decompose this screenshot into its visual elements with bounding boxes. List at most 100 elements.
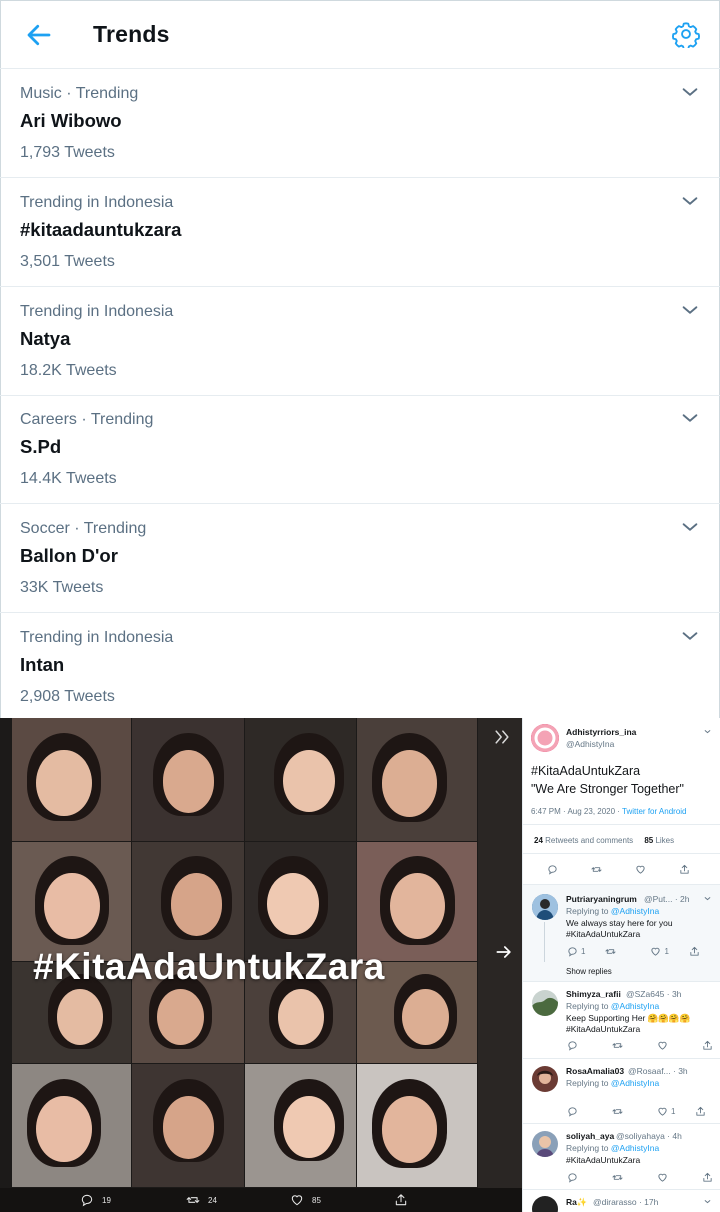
media-share-button[interactable]	[394, 1192, 408, 1208]
trend-item[interactable]: Trending in Indonesia Natya 18.2K Tweets	[0, 287, 720, 396]
share-button[interactable]	[695, 1106, 706, 1117]
chevron-down-icon[interactable]	[679, 81, 701, 103]
retweet-button[interactable]	[605, 946, 616, 957]
replying-to: Replying to @AdhistyIna	[566, 1078, 659, 1088]
reply-hashtag[interactable]: #KitaAdaUntukZara	[566, 1155, 640, 1165]
like-button[interactable]: 1	[650, 946, 669, 957]
share-button[interactable]	[702, 1172, 713, 1183]
trend-context: Trending in Indonesia	[20, 303, 174, 320]
reply-button[interactable]	[547, 864, 558, 875]
retweets-label[interactable]: Retweets and comments	[545, 836, 633, 845]
chevron-down-icon[interactable]	[679, 190, 701, 212]
chevron-down-icon[interactable]	[703, 727, 712, 736]
divider	[523, 1189, 720, 1190]
reply-button[interactable]	[567, 1040, 578, 1051]
heart-icon	[658, 1173, 667, 1182]
media-retweet-button[interactable]: 24	[186, 1192, 217, 1208]
heart-icon	[291, 1195, 303, 1206]
media-reply-button[interactable]: 19	[80, 1192, 111, 1208]
avatar[interactable]	[531, 724, 559, 752]
comment-icon	[548, 865, 557, 875]
reply-author-name[interactable]: Putriaryaningrum	[566, 894, 637, 904]
retweet-button[interactable]	[591, 864, 602, 875]
share-button[interactable]	[689, 946, 700, 957]
settings-button[interactable]	[672, 20, 702, 51]
like-button[interactable]: 1	[657, 1106, 675, 1117]
likes-label[interactable]: Likes	[655, 836, 674, 845]
tweet-hashtag[interactable]: #KitaAdaUntukZara	[531, 764, 640, 778]
comment-icon	[568, 1173, 577, 1183]
reply-hashtag[interactable]: #KitaAdaUntukZara	[566, 1024, 640, 1034]
chevron-down-icon[interactable]	[679, 299, 701, 321]
reply-action-bar: 1	[567, 1106, 706, 1117]
share-button[interactable]	[679, 864, 690, 875]
portrait-face	[277, 988, 325, 1045]
reply-button[interactable]: 1	[567, 946, 585, 957]
double-chevron-right-icon[interactable]	[492, 728, 512, 746]
collage-photo	[132, 842, 244, 961]
reply-author-name[interactable]: Shimyza_rafii	[566, 989, 621, 999]
retweet-button[interactable]	[612, 1172, 623, 1183]
trend-item[interactable]: Trending in Indonesia #kitaadauntukzara …	[0, 178, 720, 287]
avatar[interactable]	[532, 894, 558, 920]
reply-author-handle[interactable]: @dirarasso · 17h	[593, 1197, 658, 1207]
replying-to-link[interactable]: @AdhistyIna	[611, 906, 659, 916]
replying-to-link[interactable]: @AdhistyIna	[611, 1078, 659, 1088]
back-button[interactable]	[24, 20, 54, 50]
trend-item[interactable]: Trending in Indonesia Intan 2,908 Tweets	[0, 613, 720, 722]
portrait-face	[170, 873, 223, 936]
replying-to-link[interactable]: @AdhistyIna	[611, 1001, 659, 1011]
trend-tweet-count: 14.4K Tweets	[20, 470, 117, 487]
like-button[interactable]	[635, 864, 646, 875]
reply-author-handle[interactable]: @Rosaaf... · 3h	[628, 1066, 688, 1076]
author-name[interactable]: Adhistyrriors_ina	[566, 727, 636, 737]
chevron-down-icon[interactable]	[703, 1197, 712, 1206]
retweet-icon	[612, 1043, 623, 1048]
trend-item[interactable]: Careers · Trending S.Pd 14.4K Tweets	[0, 395, 720, 504]
avatar[interactable]	[532, 1066, 558, 1092]
gear-icon	[672, 22, 700, 51]
trend-tweet-count: 1,793 Tweets	[20, 144, 115, 161]
reply-button[interactable]	[567, 1106, 578, 1117]
trend-item[interactable]: Music · Trending Ari Wibowo 1,793 Tweets	[0, 69, 720, 178]
replying-to: Replying to @AdhistyIna	[566, 906, 659, 916]
portrait-face	[36, 750, 92, 817]
chevron-down-icon[interactable]	[679, 516, 701, 538]
media-like-button[interactable]: 85	[290, 1192, 321, 1208]
portrait-face	[36, 1096, 92, 1163]
reply-author-handle[interactable]: @Put... · 2h	[644, 894, 689, 904]
collage-photo	[245, 842, 356, 961]
replying-to-link[interactable]: @AdhistyIna	[611, 1143, 659, 1153]
reply-hashtag[interactable]: #KitaAdaUntukZara	[566, 929, 640, 939]
avatar[interactable]	[532, 990, 558, 1016]
replying-to-prefix: Replying to	[566, 1143, 611, 1153]
avatar[interactable]	[532, 1196, 558, 1212]
tweet-media-viewer[interactable]: #KitaAdaUntukZara 19 24 85	[0, 718, 522, 1212]
comment-icon	[81, 1194, 93, 1207]
collage-photo	[12, 718, 131, 841]
arrow-right-icon[interactable]	[494, 942, 514, 962]
avatar[interactable]	[532, 1131, 558, 1157]
trend-tweet-count: 33K Tweets	[20, 579, 104, 596]
reply-button[interactable]	[567, 1172, 578, 1183]
reply-author-name[interactable]: soliyah_aya	[566, 1131, 614, 1141]
reply-author-handle[interactable]: @SZa645 · 3h	[626, 989, 681, 999]
reply-author-handle[interactable]: @soliyahaya · 4h	[616, 1131, 682, 1141]
avatar-icon	[532, 894, 558, 920]
chevron-down-icon[interactable]	[679, 625, 701, 647]
show-replies-link[interactable]: Show replies	[566, 967, 612, 976]
chevron-down-icon[interactable]	[703, 894, 712, 903]
retweet-button[interactable]	[612, 1040, 623, 1051]
like-button[interactable]	[657, 1040, 668, 1051]
trend-item[interactable]: Soccer · Trending Ballon D'or 33K Tweets	[0, 504, 720, 613]
like-button[interactable]	[657, 1172, 668, 1183]
share-button[interactable]	[702, 1040, 713, 1051]
chevron-down-icon[interactable]	[679, 407, 701, 429]
retweet-button[interactable]	[612, 1106, 623, 1117]
reply-author-name[interactable]: Ra✨	[566, 1197, 587, 1208]
tweet-source-link[interactable]: Twitter for Android	[622, 807, 686, 816]
trend-context: Soccer · Trending	[20, 520, 147, 537]
author-handle[interactable]: @AdhistyIna	[566, 739, 614, 749]
retweet-icon	[186, 1197, 200, 1203]
reply-author-name[interactable]: RosaAmalia03	[566, 1066, 624, 1076]
